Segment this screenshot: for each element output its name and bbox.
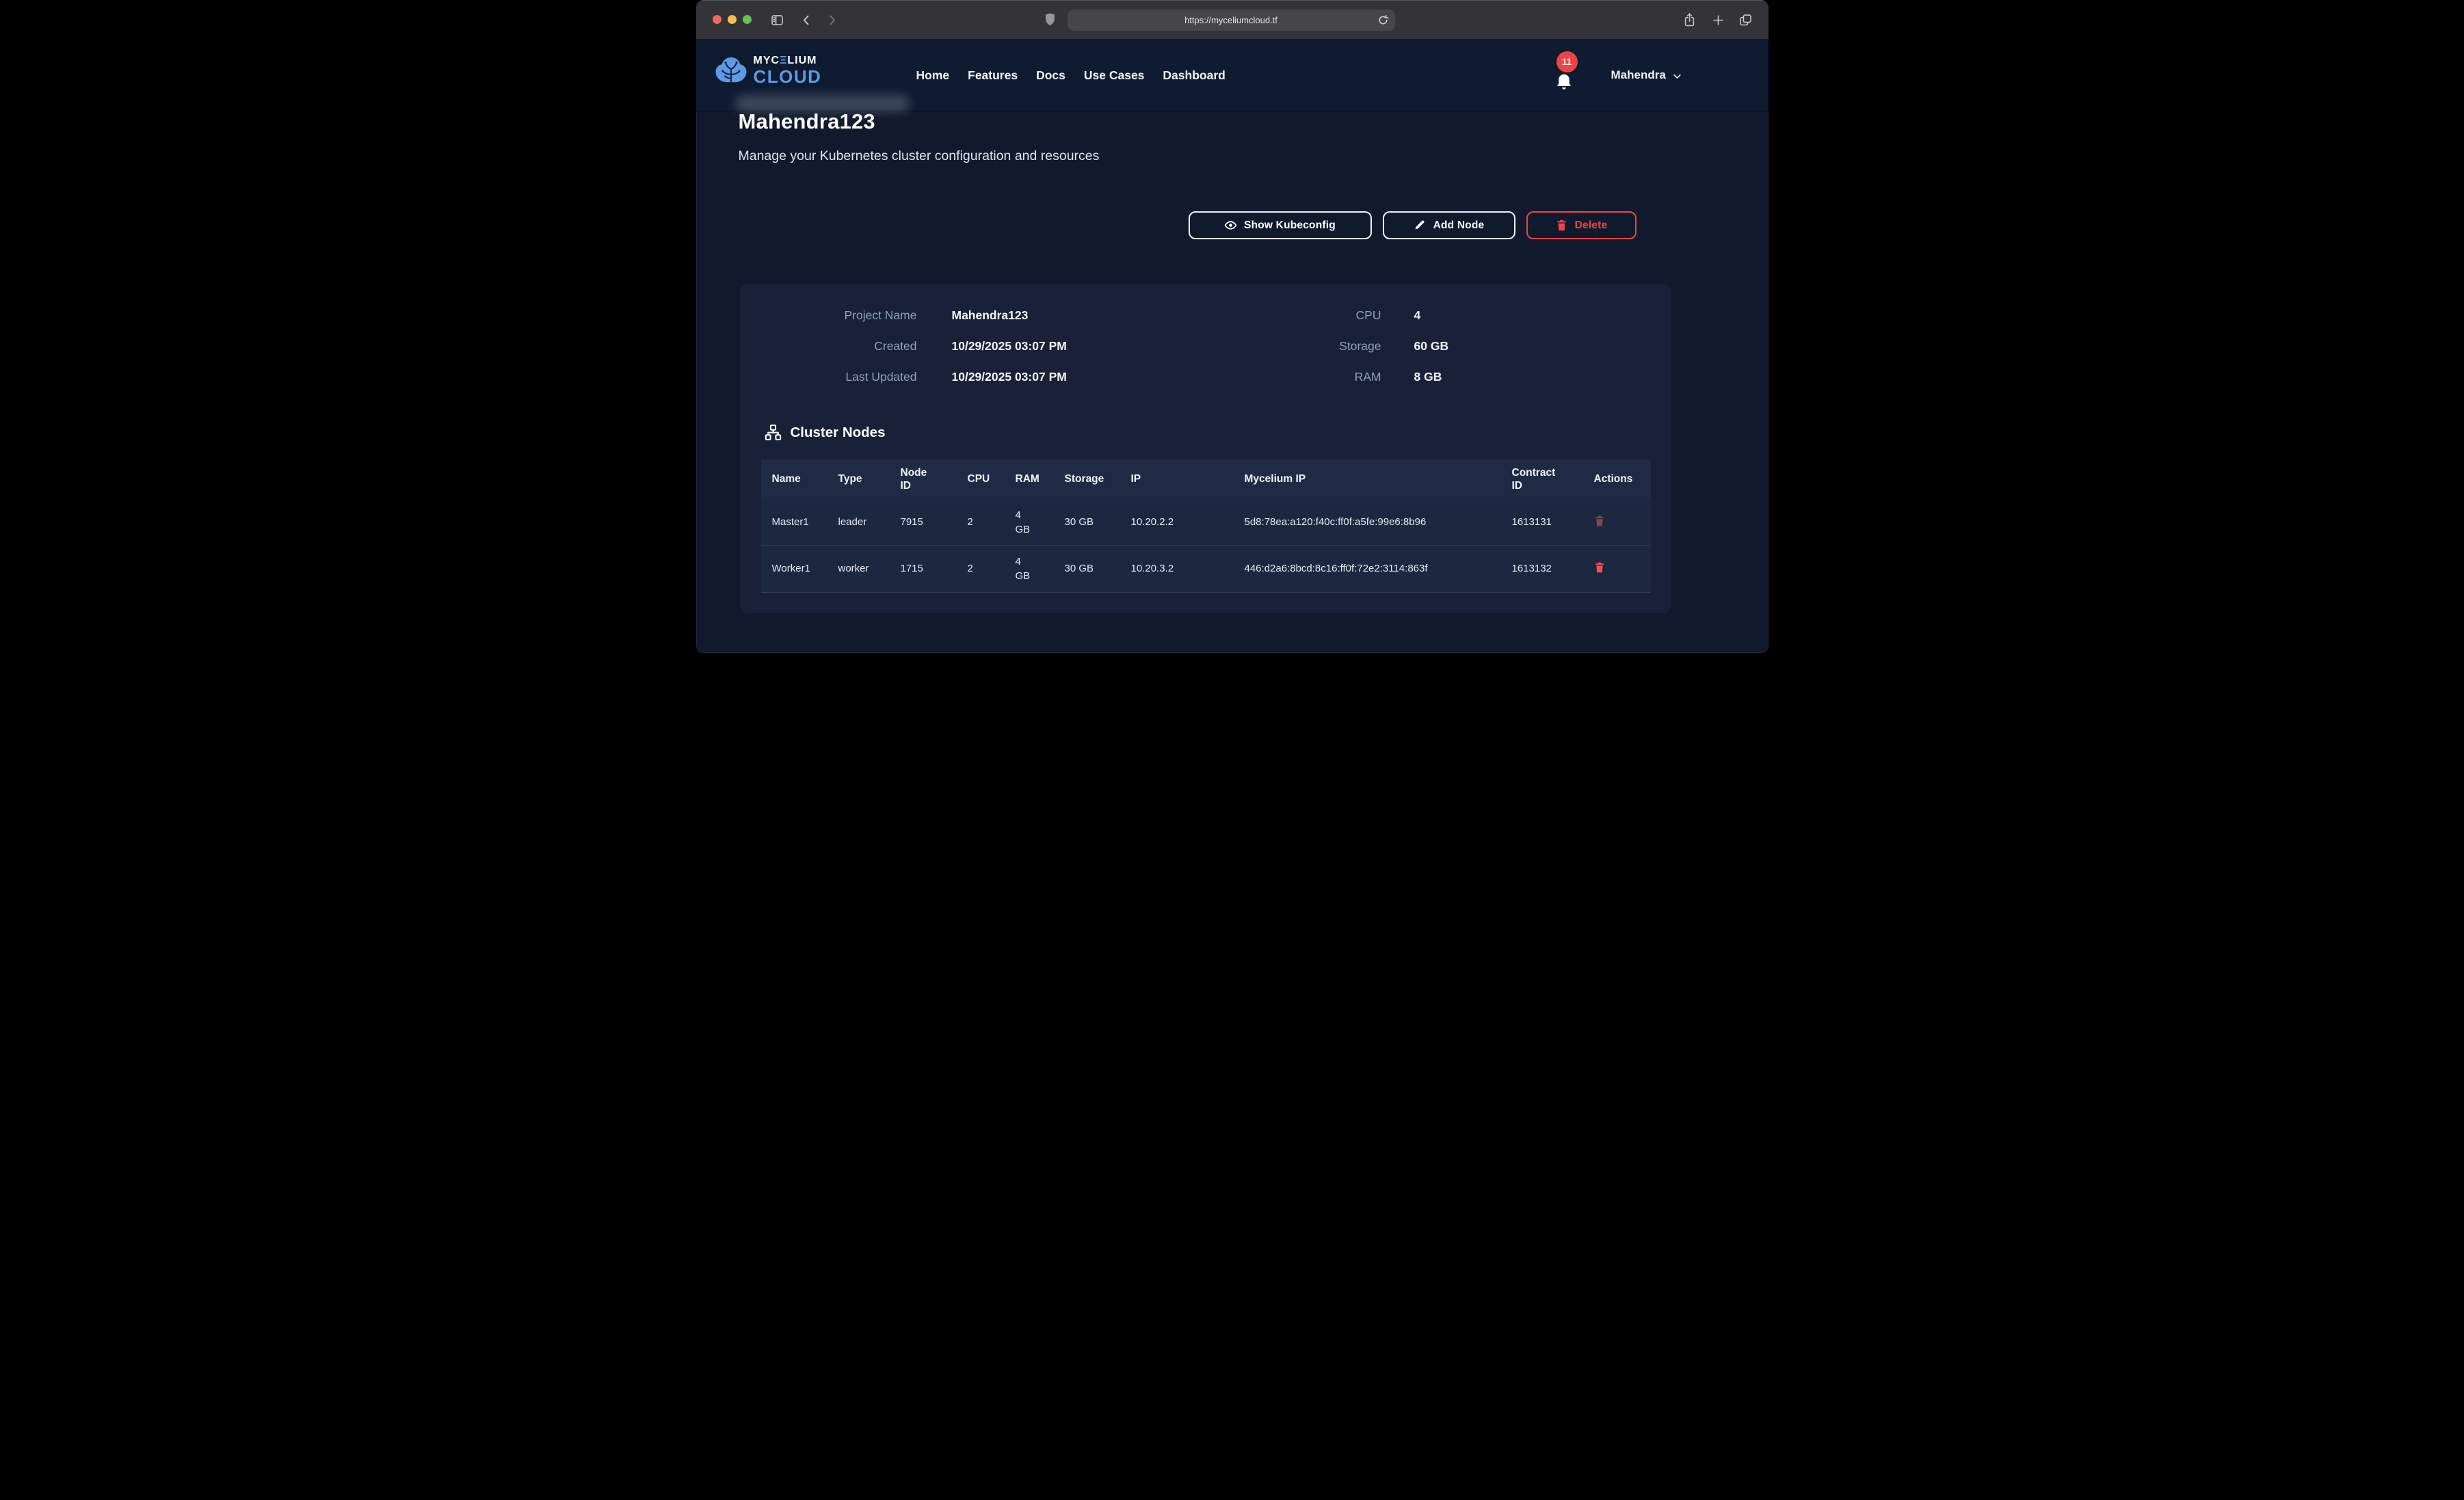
- brand-wordmark: MYCΞLIUM CLOUD: [754, 55, 822, 85]
- info-label-created: Created: [754, 339, 917, 353]
- cell-ip: 10.20.2.2: [1120, 499, 1234, 545]
- nav-item-home[interactable]: Home: [916, 68, 950, 83]
- add-node-button[interactable]: Add Node: [1383, 211, 1515, 239]
- nodes-table: Name Type Node ID CPU RAM Storage IP Myc…: [761, 459, 1651, 593]
- delete-node-icon[interactable]: [1594, 518, 1605, 530]
- cluster-actions: Show Kubeconfig Add Node Delete: [1189, 211, 1637, 239]
- back-button-icon[interactable]: [798, 11, 816, 29]
- col-cpu: CPU: [957, 459, 1005, 499]
- cell-node-id: 1715: [890, 545, 957, 592]
- tab-overview-icon[interactable]: [1737, 11, 1755, 29]
- window-close-button[interactable]: [713, 15, 721, 24]
- brand-e-bars: Ξ: [780, 55, 787, 66]
- cluster-info-card: Project Name Mahendra123 Created 10/29/2…: [740, 284, 1671, 613]
- col-actions: Actions: [1583, 459, 1651, 499]
- info-value-last-updated: 10/29/2025 03:07 PM: [952, 370, 1067, 384]
- main-nav: Home Features Docs Use Cases Dashboard: [916, 39, 1226, 111]
- chevron-down-icon: [1672, 71, 1682, 81]
- info-label-last-updated: Last Updated: [754, 370, 917, 384]
- col-contract-id: Contract ID: [1501, 459, 1583, 499]
- cell-storage: 30 GB: [1054, 545, 1120, 592]
- cell-contract-id: 1613131: [1501, 499, 1583, 545]
- info-value-ram: 8 GB: [1414, 370, 1442, 384]
- col-type: Type: [827, 459, 890, 499]
- new-tab-icon[interactable]: [1710, 11, 1727, 29]
- info-label-cpu: CPU: [1218, 308, 1381, 323]
- info-value-created: 10/29/2025 03:07 PM: [952, 339, 1067, 353]
- cell-type: leader: [827, 499, 890, 545]
- sidebar-toggle-icon[interactable]: [769, 11, 786, 29]
- table-row: Worker1 worker 1715 2 4 GB 30 GB 10.20.3…: [761, 545, 1651, 592]
- col-storage: Storage: [1054, 459, 1120, 499]
- cell-storage: 30 GB: [1054, 499, 1120, 545]
- nav-item-use-cases[interactable]: Use Cases: [1084, 68, 1145, 83]
- window-zoom-button[interactable]: [743, 15, 752, 24]
- col-ram: RAM: [1005, 459, 1054, 499]
- brand-cloud-text: CLOUD: [754, 68, 822, 85]
- cell-contract-id: 1613132: [1501, 545, 1583, 592]
- col-node-id: Node ID: [890, 459, 957, 499]
- nav-item-dashboard[interactable]: Dashboard: [1163, 68, 1225, 83]
- info-label-project-name: Project Name: [754, 308, 917, 323]
- delete-cluster-button[interactable]: Delete: [1526, 211, 1637, 239]
- delete-node-icon[interactable]: [1594, 565, 1605, 576]
- network-icon: [765, 424, 782, 441]
- cell-type: worker: [827, 545, 890, 592]
- privacy-shield-icon[interactable]: [1042, 10, 1059, 28]
- notification-badge: 11: [1556, 51, 1578, 72]
- table-header-row: Name Type Node ID CPU RAM Storage IP Myc…: [761, 459, 1651, 499]
- user-name: Mahendra: [1611, 68, 1666, 82]
- cell-name: Master1: [761, 499, 827, 545]
- info-value-project-name: Mahendra123: [952, 308, 1029, 323]
- nav-item-docs[interactable]: Docs: [1036, 68, 1065, 83]
- table-row: Master1 leader 7915 2 4 GB 30 GB 10.20.2…: [761, 499, 1651, 545]
- browser-toolbar: https://myceliumcloud.tf: [696, 0, 1768, 39]
- cluster-nodes-title: Cluster Nodes: [791, 425, 886, 441]
- browser-window: https://myceliumcloud.tf Mahendra123 Man…: [696, 0, 1768, 653]
- blur-redaction: [735, 95, 910, 112]
- info-value-storage: 60 GB: [1414, 339, 1449, 353]
- pencil-icon: [1414, 219, 1427, 232]
- brand-logo[interactable]: MYCΞLIUM CLOUD: [714, 55, 822, 85]
- cell-name: Worker1: [761, 545, 827, 592]
- page-subtitle: Manage your Kubernetes cluster configura…: [739, 148, 1100, 164]
- cell-actions: [1583, 545, 1651, 592]
- cell-mycelium-ip: 446:d2a6:8bcd:8c16:ff0f:72e2:3114:863f: [1234, 545, 1501, 592]
- info-label-storage: Storage: [1218, 339, 1381, 353]
- cell-ip: 10.20.3.2: [1120, 545, 1234, 592]
- cluster-nodes-header: Cluster Nodes: [765, 424, 886, 441]
- address-bar-url: https://myceliumcloud.tf: [1184, 15, 1277, 25]
- user-menu[interactable]: Mahendra: [1611, 39, 1682, 111]
- bell-icon: [1555, 73, 1573, 92]
- cell-node-id: 7915: [890, 499, 957, 545]
- cell-cpu: 2: [957, 545, 1005, 592]
- forward-button-icon[interactable]: [823, 11, 841, 29]
- col-name: Name: [761, 459, 827, 499]
- notifications-button[interactable]: 11: [1552, 54, 1584, 98]
- cell-cpu: 2: [957, 499, 1005, 545]
- col-ip: IP: [1120, 459, 1234, 499]
- eye-icon: [1224, 219, 1237, 232]
- cell-actions: [1583, 499, 1651, 545]
- show-kubeconfig-button[interactable]: Show Kubeconfig: [1189, 211, 1372, 239]
- cell-ram: 4 GB: [1005, 499, 1054, 545]
- address-bar[interactable]: https://myceliumcloud.tf: [1068, 10, 1395, 31]
- trash-icon: [1555, 219, 1568, 232]
- info-label-ram: RAM: [1218, 370, 1381, 384]
- info-value-cpu: 4: [1414, 308, 1421, 323]
- cell-ram: 4 GB: [1005, 545, 1054, 592]
- page-title: Mahendra123: [739, 109, 875, 134]
- cell-mycelium-ip: 5d8:78ea:a120:f40c:ff0f:a5fe:99e6:8b96: [1234, 499, 1501, 545]
- col-mycelium-ip: Mycelium IP: [1234, 459, 1501, 499]
- share-icon[interactable]: [1681, 11, 1699, 29]
- window-minimize-button[interactable]: [728, 15, 737, 24]
- nav-item-features[interactable]: Features: [968, 68, 1018, 83]
- reload-icon[interactable]: [1377, 14, 1390, 27]
- mycelium-tree-icon: [714, 55, 748, 85]
